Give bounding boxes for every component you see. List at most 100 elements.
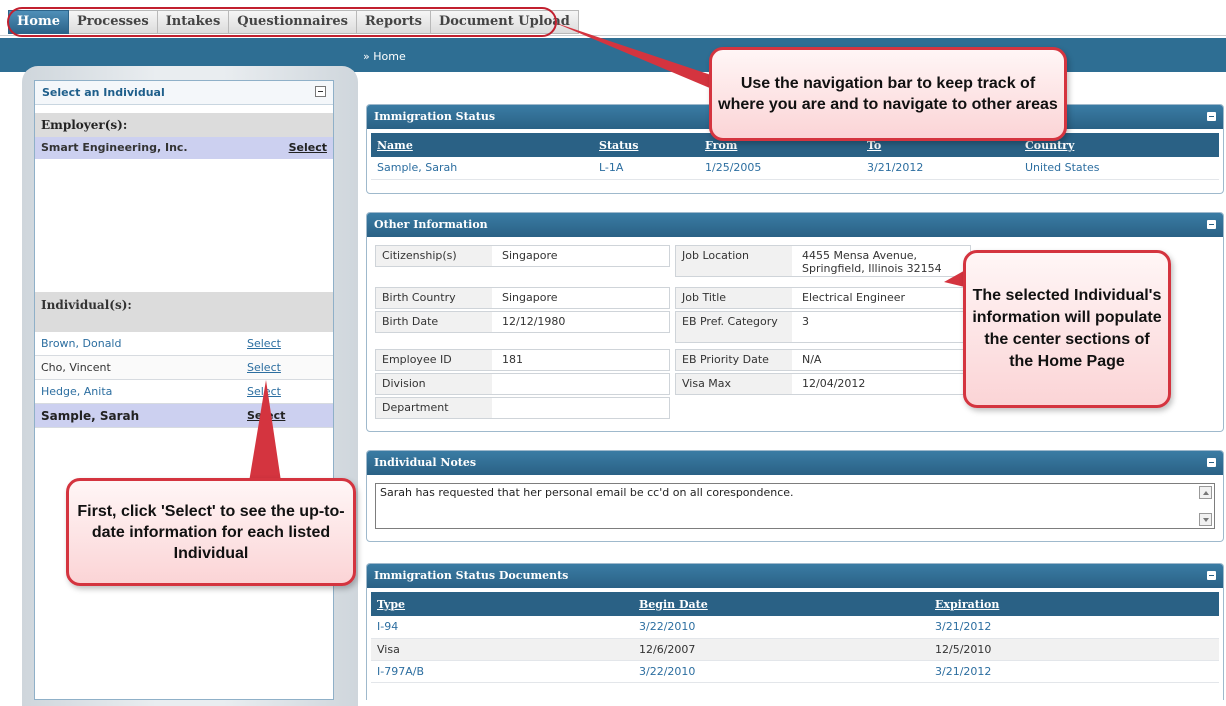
scroll-up-icon[interactable] [1199, 486, 1212, 499]
field-label: Division [376, 374, 492, 394]
section-title: Immigration Status Documents [374, 569, 569, 582]
citizenship-field: Citizenship(s) Singapore [375, 245, 670, 267]
table-row: Sample, Sarah L-1A 1/25/2005 3/21/2012 U… [371, 157, 1219, 180]
column-header-status[interactable]: Status [593, 133, 699, 157]
tab-processes[interactable]: Processes [68, 10, 158, 34]
tab-home[interactable]: Home [8, 10, 69, 34]
callout-text: The selected Individual's information wi… [972, 287, 1162, 370]
list-item-selected: Sample, Sarah Select [35, 404, 333, 428]
department-field: Department [375, 397, 670, 419]
section-header: Individual Notes [367, 451, 1223, 475]
nav-callout: Use the navigation bar to keep track of … [709, 47, 1067, 141]
collapse-icon[interactable] [1207, 112, 1216, 121]
table-cell: 12/6/2007 [633, 638, 929, 661]
field-value: Singapore [502, 291, 558, 304]
employer-row: Smart Engineering, Inc. Select [35, 137, 333, 159]
field-label: EB Pref. Category [676, 312, 792, 342]
column-header-begin-date[interactable]: Begin Date [633, 592, 929, 616]
field-value: Singapore [502, 249, 558, 262]
birth-country-field: Birth Country Singapore [375, 287, 670, 309]
individual-name: Cho, Vincent [41, 361, 111, 374]
field-label: Employee ID [376, 350, 492, 370]
job-location-field: Job Location 4455 Mensa Avenue, Springfi… [675, 245, 971, 277]
table-cell: 3/21/2012 [929, 616, 1219, 639]
table-cell: L-1A [593, 157, 699, 180]
individual-select-link[interactable]: Select [247, 380, 281, 404]
field-label: Visa Max [676, 374, 792, 394]
field-value: 3 [802, 315, 809, 328]
job-title-field: Job Title Electrical Engineer [675, 287, 971, 309]
individual-name: Sample, Sarah [41, 409, 140, 423]
individual-select-link[interactable]: Select [247, 356, 281, 380]
top-navigation-bar: Home Processes Intakes Questionnaires Re… [0, 0, 1226, 37]
field-value: Electrical Engineer [802, 291, 906, 304]
tab-reports[interactable]: Reports [356, 10, 431, 34]
list-item: Hedge, Anita Select [35, 380, 333, 404]
individual-select-link[interactable]: Select [247, 404, 285, 428]
populate-callout: The selected Individual's information wi… [963, 250, 1171, 408]
immigration-documents-section: Immigration Status Documents Type Begin … [366, 563, 1224, 700]
field-label: Birth Country [376, 288, 492, 308]
field-value: 12/04/2012 [802, 377, 866, 390]
list-item: Cho, Vincent Select [35, 356, 333, 380]
nav-tabs: Home Processes Intakes Questionnaires Re… [8, 10, 579, 34]
callout-text: First, click 'Select' to see the up-to-d… [77, 502, 345, 562]
tab-document-upload[interactable]: Document Upload [430, 10, 579, 34]
column-header-type[interactable]: Type [371, 592, 633, 616]
table-cell: 3/21/2012 [929, 660, 1219, 683]
table-cell: 1/25/2005 [699, 157, 861, 180]
select-individual-panel: Select an Individual Employer(s): Smart … [34, 80, 334, 700]
section-header: Immigration Status Documents [367, 564, 1223, 588]
collapse-icon[interactable] [315, 86, 326, 97]
scroll-down-icon[interactable] [1199, 513, 1212, 526]
eb-pref-category-field: EB Pref. Category 3 [675, 311, 971, 343]
table-cell: 3/21/2012 [861, 157, 1019, 180]
notes-textarea[interactable]: Sarah has requested that her personal em… [375, 483, 1215, 529]
field-value: 181 [502, 353, 523, 366]
table-cell: 3/22/2010 [633, 660, 929, 683]
employer-select-link[interactable]: Select [289, 137, 327, 159]
collapse-icon[interactable] [1207, 220, 1216, 229]
table-cell: 12/5/2010 [929, 638, 1219, 661]
division-field: Division [375, 373, 670, 395]
section-title: Other Information [374, 218, 488, 231]
field-label: Job Location [676, 246, 792, 276]
employee-id-field: Employee ID 181 [375, 349, 670, 371]
field-label: EB Priority Date [676, 350, 792, 370]
employer-name: Smart Engineering, Inc. [41, 141, 188, 154]
tab-questionnaires[interactable]: Questionnaires [229, 10, 357, 34]
table-row: I-94 3/22/2010 3/21/2012 [371, 616, 1219, 639]
individuals-heading: Individual(s): [35, 292, 333, 332]
individual-select-link[interactable]: Select [247, 332, 281, 356]
field-value: 12/12/1980 [502, 315, 566, 328]
collapse-icon[interactable] [1207, 458, 1216, 467]
tab-intakes[interactable]: Intakes [157, 10, 230, 34]
table-cell: Sample, Sarah [371, 157, 593, 180]
individual-name: Brown, Donald [41, 337, 122, 350]
visa-max-field: Visa Max 12/04/2012 [675, 373, 971, 395]
birth-date-field: Birth Date 12/12/1980 [375, 311, 670, 333]
breadcrumb[interactable]: » Home [363, 50, 406, 63]
section-title: Individual Notes [374, 456, 477, 469]
documents-table: Type Begin Date Expiration I-94 3/22/201… [371, 592, 1219, 683]
section-header: Other Information [367, 213, 1223, 237]
field-label: Job Title [676, 288, 792, 308]
section-title: Immigration Status [374, 110, 496, 123]
employers-heading: Employer(s): [35, 113, 333, 137]
field-label: Department [376, 398, 492, 418]
column-header-expiration[interactable]: Expiration [929, 592, 1219, 616]
callout-text: Use the navigation bar to keep track of … [718, 75, 1058, 113]
individual-name: Hedge, Anita [41, 385, 113, 398]
collapse-icon[interactable] [1207, 571, 1216, 580]
table-cell: Visa [371, 638, 633, 661]
field-label: Citizenship(s) [376, 246, 492, 266]
column-header-name[interactable]: Name [371, 133, 593, 157]
table-cell: I-797A/B [371, 660, 633, 683]
table-cell: I-94 [371, 616, 633, 639]
field-label: Birth Date [376, 312, 492, 332]
table-row: Visa 12/6/2007 12/5/2010 [371, 638, 1219, 661]
table-row: I-797A/B 3/22/2010 3/21/2012 [371, 660, 1219, 683]
table-cell: United States [1019, 157, 1219, 180]
field-value: N/A [802, 353, 822, 366]
select-callout: First, click 'Select' to see the up-to-d… [66, 478, 356, 586]
